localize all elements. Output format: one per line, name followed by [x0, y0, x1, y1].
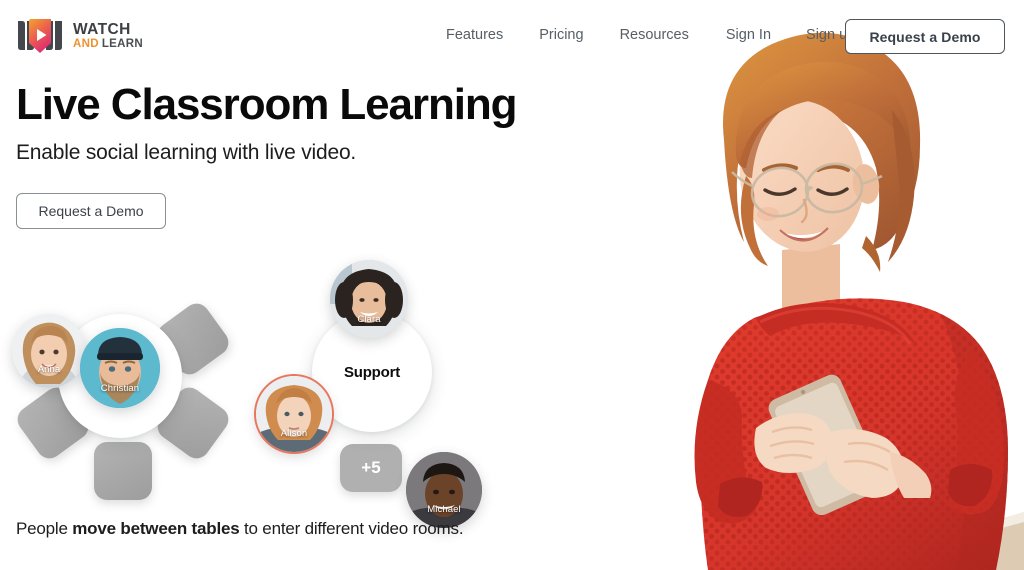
sleeve-right [948, 350, 1005, 515]
eyeglasses [731, 162, 883, 218]
participant-avatar-anna[interactable]: Anna [12, 314, 86, 388]
participant-avatar-clara[interactable]: Clara [330, 260, 408, 338]
eye-left [763, 187, 797, 196]
nav-item-sign-in[interactable]: Sign In [726, 27, 771, 43]
nav-item-resources[interactable]: Resources [620, 27, 689, 43]
table-label-support: Support [343, 363, 401, 381]
overflow-participants-badge[interactable]: +5 [340, 444, 402, 492]
participant-avatar-alison[interactable]: Alison [256, 376, 332, 452]
hand-left [754, 413, 833, 473]
mouth [782, 230, 826, 241]
face [739, 100, 865, 252]
brand-logo[interactable]: WATCH AND LEARN [16, 17, 143, 55]
nav-item-pricing[interactable]: Pricing [539, 27, 583, 43]
brand-word-and: AND [73, 38, 99, 50]
avatar-image-christian [80, 328, 160, 408]
participant-avatar-christian[interactable]: Christian [80, 328, 160, 408]
desk-surface [842, 512, 1024, 570]
landing-page: WATCH AND LEARN Features Pricing Resourc… [0, 0, 1024, 570]
sleeve-left [694, 380, 756, 524]
brand-word-watch: WATCH [73, 20, 131, 38]
hero-section: Live Classroom Learning Enable social le… [16, 80, 518, 230]
video-rooms-illustration: Marketing Anna [0, 250, 520, 528]
hand-right [826, 429, 905, 498]
page-title: Live Classroom Learning [16, 80, 518, 129]
avatar-image-anna [12, 314, 86, 388]
hero-photo-woman-with-phone [604, 0, 1024, 570]
caption-after: to enter different video rooms. [239, 519, 464, 538]
smartphone [768, 374, 885, 516]
empty-seat[interactable] [94, 442, 152, 500]
site-header: WATCH AND LEARN Features Pricing Resourc… [0, 0, 1024, 73]
open-book-with-play-button-icon [18, 19, 62, 53]
caption-before: People [16, 519, 73, 538]
avatar-image-michael [406, 452, 482, 528]
header-request-demo-button[interactable]: Request a Demo [845, 19, 1005, 54]
red-sweater [699, 298, 1008, 570]
hero-request-demo-button[interactable]: Request a Demo [16, 193, 166, 230]
brand-wordmark: WATCH AND LEARN [73, 20, 143, 51]
participant-avatar-michael[interactable]: Michael [406, 452, 482, 528]
caption-bold: move between tables [72, 519, 240, 538]
main-nav: Features Pricing Resources Sign In Sign … [446, 27, 855, 43]
eye-right [816, 187, 849, 196]
nav-item-features[interactable]: Features [446, 27, 503, 43]
avatar-image-clara [330, 260, 408, 338]
brand-word-learn: LEARN [101, 38, 143, 50]
table-marketing[interactable]: Marketing Anna [12, 254, 234, 500]
hero-subtitle: Enable social learning with live video. [16, 141, 357, 165]
illustration-caption: People move between tables to enter diff… [16, 519, 464, 539]
avatar-image-alison [256, 376, 332, 452]
table-support[interactable]: Support +5 Clara Alison Michael [256, 260, 486, 528]
